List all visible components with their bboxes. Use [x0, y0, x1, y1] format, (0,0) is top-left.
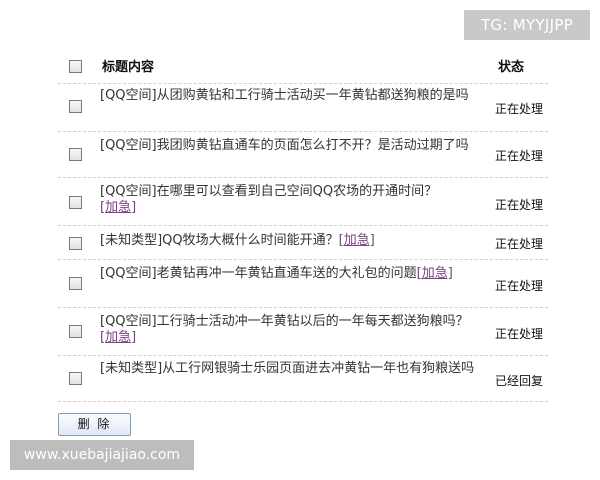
tg-watermark: TG: MYYJJPP — [464, 10, 590, 40]
question-link[interactable]: [QQ空间]工行骑士活动冲一年黄钻以后的一年每天都送狗粮吗？ [加急] — [100, 314, 485, 346]
urgent-link[interactable]: [加急] — [339, 233, 375, 248]
question-table: 标题内容 状态 [QQ空间]从团购黄钻和工行骑士活动买一年黄钻都送狗粮的是吗 正… — [58, 46, 548, 402]
row-title[interactable]: 从工行网银骑士乐园页面进去冲黄钻一年也有狗粮送吗 — [162, 361, 474, 376]
question-link[interactable]: [未知类型]QQ牧场大概什么时间能开通？[加急] — [100, 233, 485, 249]
table-row: [QQ空间]从团购黄钻和工行骑士活动买一年黄钻都送狗粮的是吗 正在处理 — [58, 84, 548, 132]
row-status: 正在处理 — [495, 237, 544, 251]
row-title[interactable]: 在哪里可以查看到自己空间QQ农场的开通时间？ — [157, 184, 437, 199]
row-title[interactable]: 从团购黄钻和工行骑士活动买一年黄钻都送狗粮的是吗 — [157, 88, 469, 103]
site-watermark: www.xuebajiajiao.com — [10, 440, 194, 470]
select-all-checkbox[interactable] — [69, 60, 82, 73]
row-status: 正在处理 — [495, 149, 544, 163]
delete-button[interactable]: 删 除 — [58, 413, 131, 436]
question-link[interactable]: [QQ空间]在哪里可以查看到自己空间QQ农场的开通时间？ [加急] — [100, 184, 485, 216]
row-checkbox[interactable] — [69, 277, 82, 290]
row-checkbox[interactable] — [69, 237, 82, 250]
header-status: 状态 — [498, 60, 525, 75]
header-title: 标题内容 — [102, 60, 155, 75]
urgent-link[interactable]: [加急] — [100, 200, 136, 215]
row-category: [QQ空间] — [100, 88, 157, 103]
urgent-link[interactable]: [加急] — [100, 330, 136, 345]
row-status: 正在处理 — [495, 198, 544, 212]
question-link[interactable]: [未知类型]从工行网银骑士乐园页面进去冲黄钻一年也有狗粮送吗 — [100, 361, 485, 377]
row-checkbox[interactable] — [69, 100, 82, 113]
row-checkbox[interactable] — [69, 148, 82, 161]
question-link[interactable]: [QQ空间]我团购黄钻直通车的页面怎么打不开？是活动过期了吗 — [100, 138, 485, 154]
row-title[interactable]: QQ牧场大概什么时间能开通？ — [162, 233, 338, 248]
row-status: 正在处理 — [495, 279, 544, 293]
row-category: [未知类型] — [100, 361, 163, 376]
table-row: [未知类型]从工行网银骑士乐园页面进去冲黄钻一年也有狗粮送吗 已经回复 — [58, 356, 548, 402]
row-category: [QQ空间] — [100, 138, 157, 153]
row-category: [QQ空间] — [100, 184, 157, 199]
row-category: [未知类型] — [100, 233, 163, 248]
table-row: [QQ空间]工行骑士活动冲一年黄钻以后的一年每天都送狗粮吗？ [加急] 正在处理 — [58, 308, 548, 356]
row-category: [QQ空间] — [100, 266, 157, 281]
table-row: [未知类型]QQ牧场大概什么时间能开通？[加急] 正在处理 — [58, 226, 548, 260]
table-row: [QQ空间]在哪里可以查看到自己空间QQ农场的开通时间？ [加急] 正在处理 — [58, 178, 548, 226]
table-row: [QQ空间]我团购黄钻直通车的页面怎么打不开？是活动过期了吗 正在处理 — [58, 132, 548, 178]
row-checkbox[interactable] — [69, 372, 82, 385]
table-header: 标题内容 状态 — [58, 46, 548, 84]
row-status: 正在处理 — [495, 102, 544, 116]
row-checkbox[interactable] — [69, 325, 82, 338]
row-title[interactable]: 工行骑士活动冲一年黄钻以后的一年每天都送狗粮吗？ — [157, 314, 469, 329]
row-status: 已经回复 — [495, 374, 544, 388]
question-link[interactable]: [QQ空间]老黄钻再冲一年黄钻直通车送的大礼包的问题[加急] — [100, 266, 485, 282]
row-title[interactable]: 老黄钻再冲一年黄钻直通车送的大礼包的问题 — [157, 266, 417, 281]
row-category: [QQ空间] — [100, 314, 157, 329]
row-status: 正在处理 — [495, 327, 544, 341]
urgent-link[interactable]: [加急] — [417, 266, 453, 281]
question-link[interactable]: [QQ空间]从团购黄钻和工行骑士活动买一年黄钻都送狗粮的是吗 — [100, 88, 485, 104]
row-title[interactable]: 我团购黄钻直通车的页面怎么打不开？是活动过期了吗 — [157, 138, 469, 153]
row-checkbox[interactable] — [69, 196, 82, 209]
table-row: [QQ空间]老黄钻再冲一年黄钻直通车送的大礼包的问题[加急] 正在处理 — [58, 260, 548, 308]
